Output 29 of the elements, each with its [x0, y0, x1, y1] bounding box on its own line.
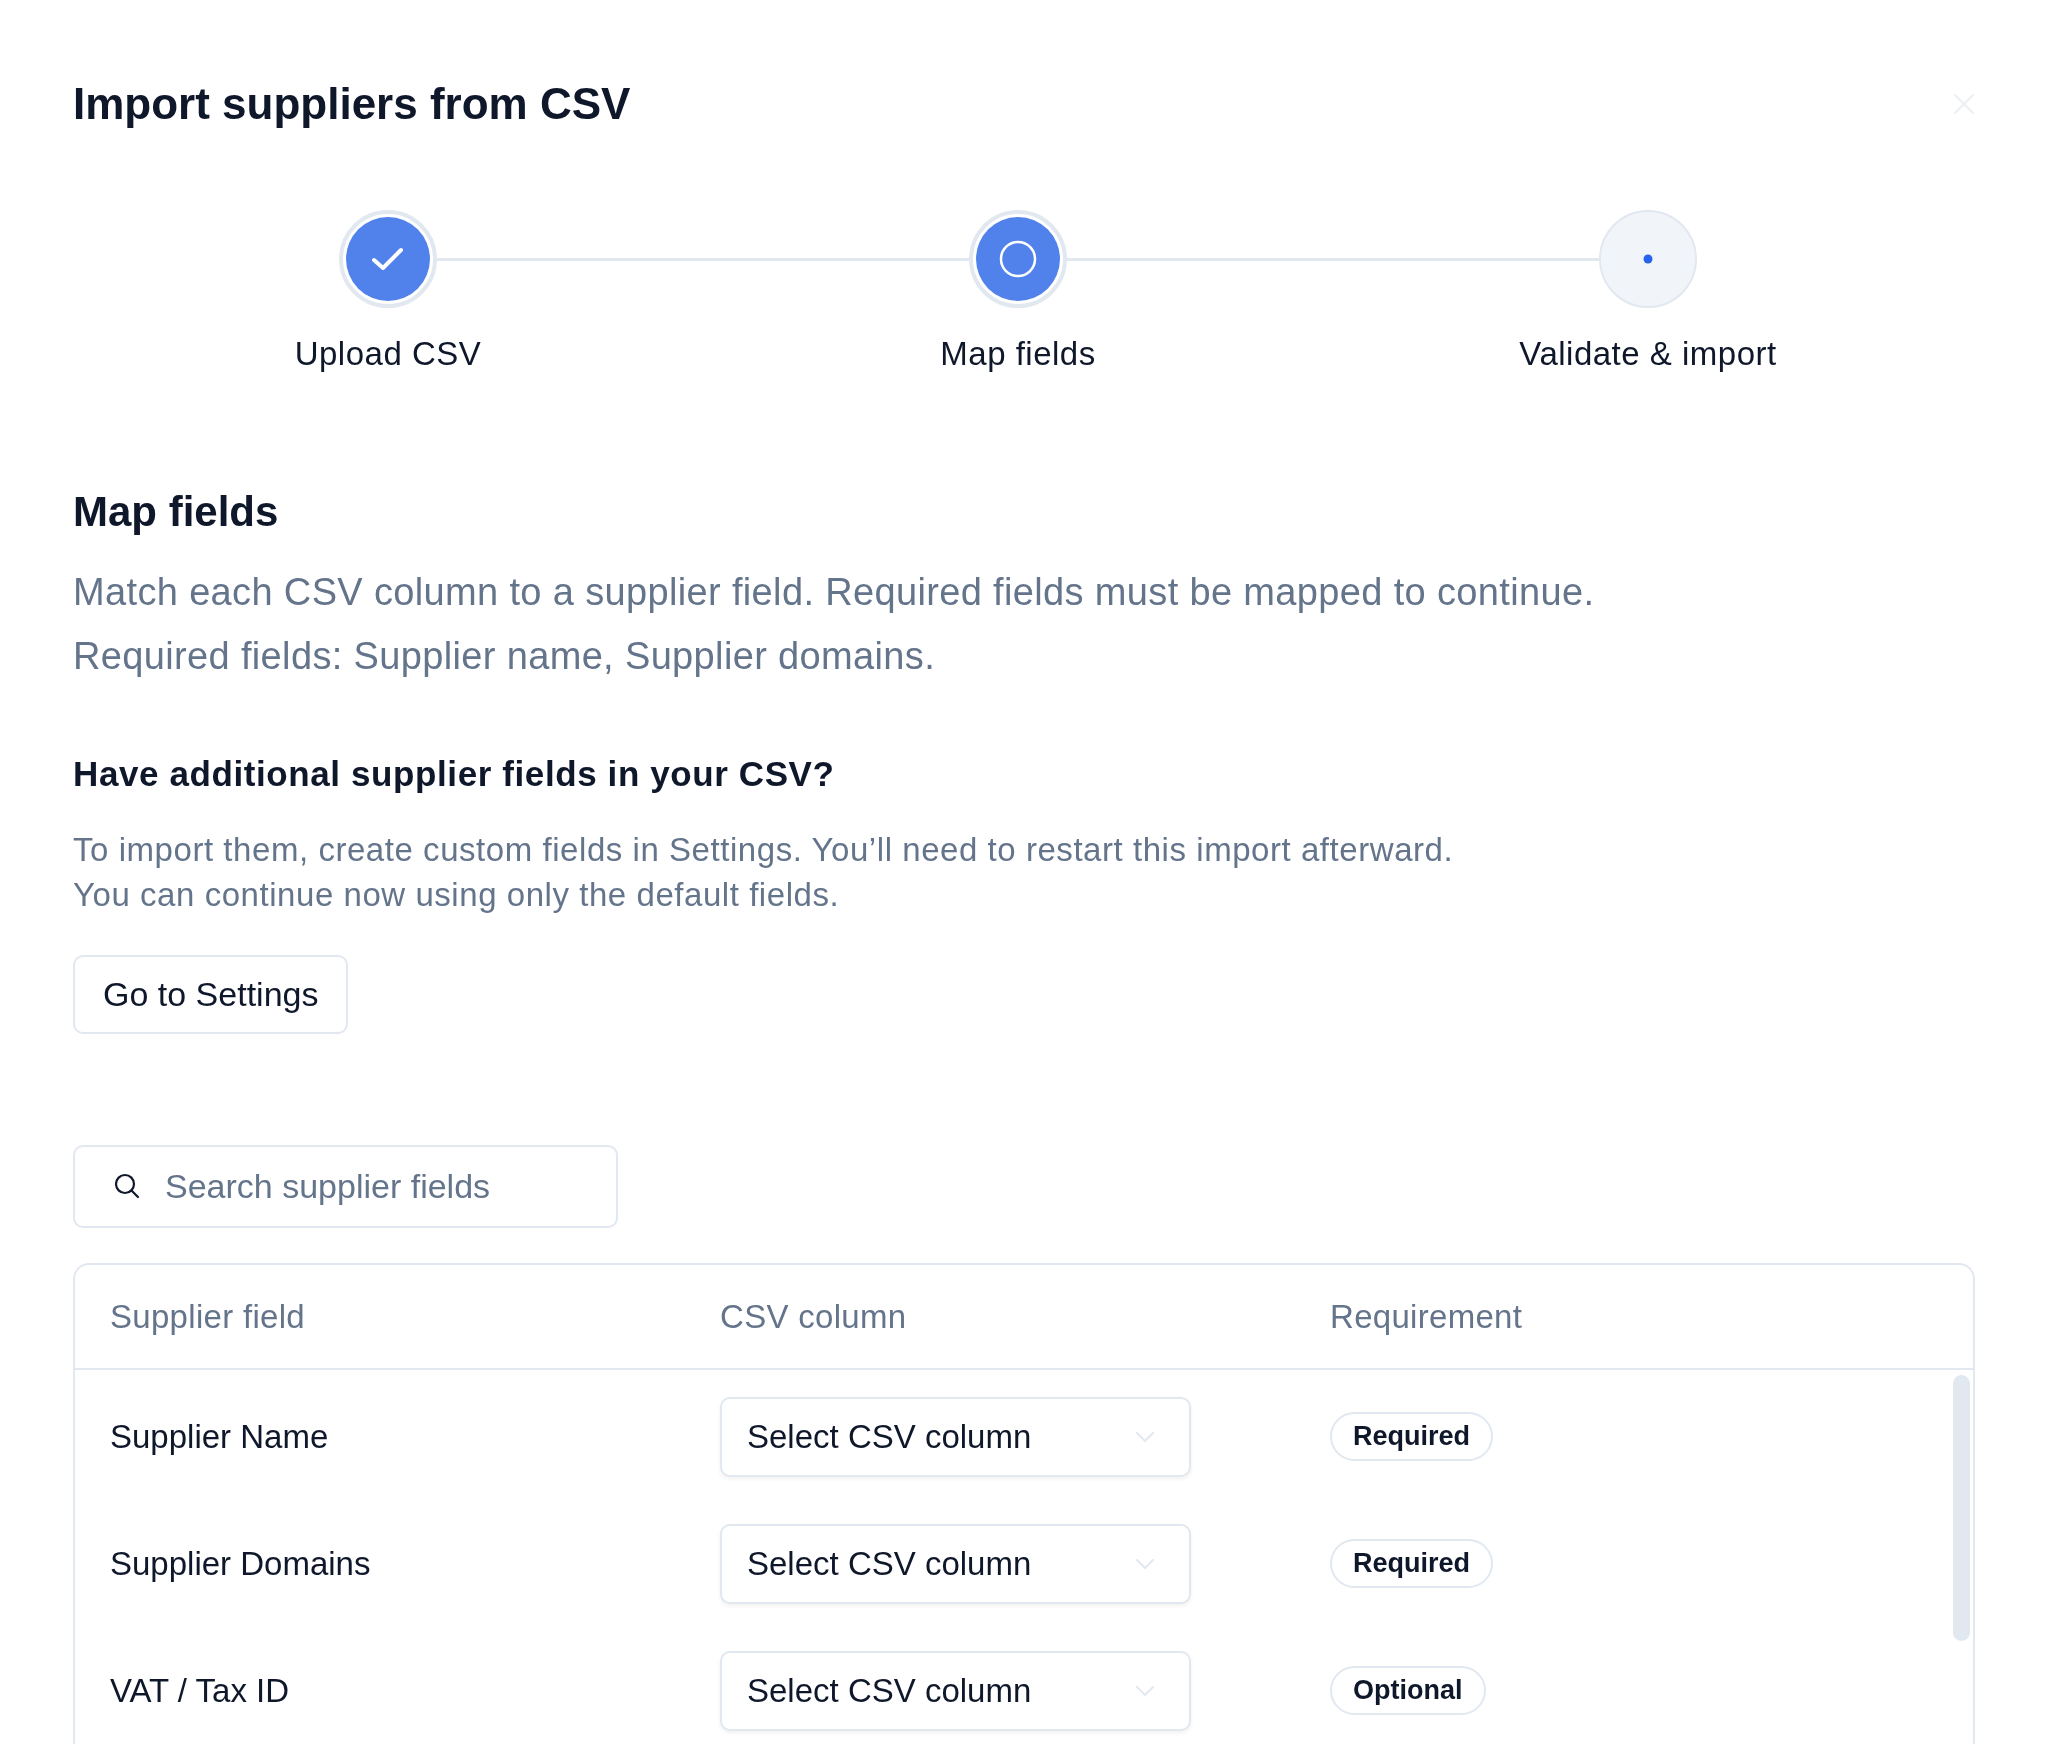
search-field[interactable]: Search supplier fields	[73, 1145, 618, 1228]
section-heading: Map fields	[73, 488, 279, 536]
dialog-title: Import suppliers from CSV	[73, 78, 631, 130]
settings-button[interactable]: Go to Settings	[73, 955, 349, 1034]
scrollbar-thumb[interactable]	[1953, 1375, 1970, 1641]
column-header: Supplier field	[110, 1296, 305, 1337]
step-label: Validate & import	[1519, 334, 1777, 374]
chevron-down-icon	[1135, 1684, 1155, 1697]
subsection-heading: Have additional supplier fields in your CSV?	[73, 754, 835, 794]
step-label: Upload CSV	[294, 334, 482, 374]
supplier-field-name: VAT / Tax ID	[110, 1670, 290, 1711]
help-text: You can continue now using only the default fields.	[73, 875, 840, 915]
chevron-down-icon	[1135, 1557, 1155, 1570]
help-text: To import them, create custom fields in Settings. You’ll need to restart this import afterward.	[73, 830, 1454, 870]
csv-column-select[interactable]: Select CSV column	[720, 1396, 1191, 1477]
column-header: Requirement	[1330, 1296, 1523, 1337]
search-icon	[114, 1173, 140, 1199]
requirement-badge: Required	[1330, 1412, 1494, 1461]
requirement-badge: Required	[1330, 1539, 1494, 1588]
requirement-badge: Optional	[1330, 1666, 1486, 1715]
description-text: Match each CSV column to a supplier field. Required fields must be mapped to continue.	[73, 570, 1595, 615]
supplier-field-name: Supplier Name	[110, 1416, 329, 1457]
step-label: Map fields	[940, 334, 1096, 374]
csv-column-select[interactable]: Select CSV column	[720, 1523, 1191, 1604]
description-text: Required fields: Supplier name, Supplier domains.	[73, 634, 936, 679]
supplier-field-name: Supplier Domains	[110, 1543, 371, 1584]
chevron-down-icon	[1135, 1430, 1155, 1443]
csv-column-select[interactable]: Select CSV column	[720, 1650, 1191, 1731]
column-header: CSV column	[720, 1296, 907, 1337]
